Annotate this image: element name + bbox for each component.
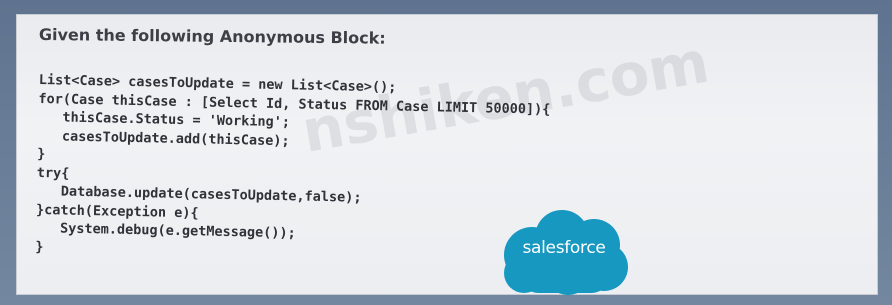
logo-text: salesforce [522, 238, 606, 258]
question-heading: Given the following Anonymous Block: [38, 25, 386, 48]
question-panel: Given the following Anonymous Block: nsh… [16, 14, 878, 295]
code-block: List<Case> casesToUpdate = new List<Case… [35, 71, 551, 267]
screenshot-frame: Given the following Anonymous Block: nsh… [0, 0, 892, 305]
salesforce-logo: salesforce [496, 209, 632, 295]
